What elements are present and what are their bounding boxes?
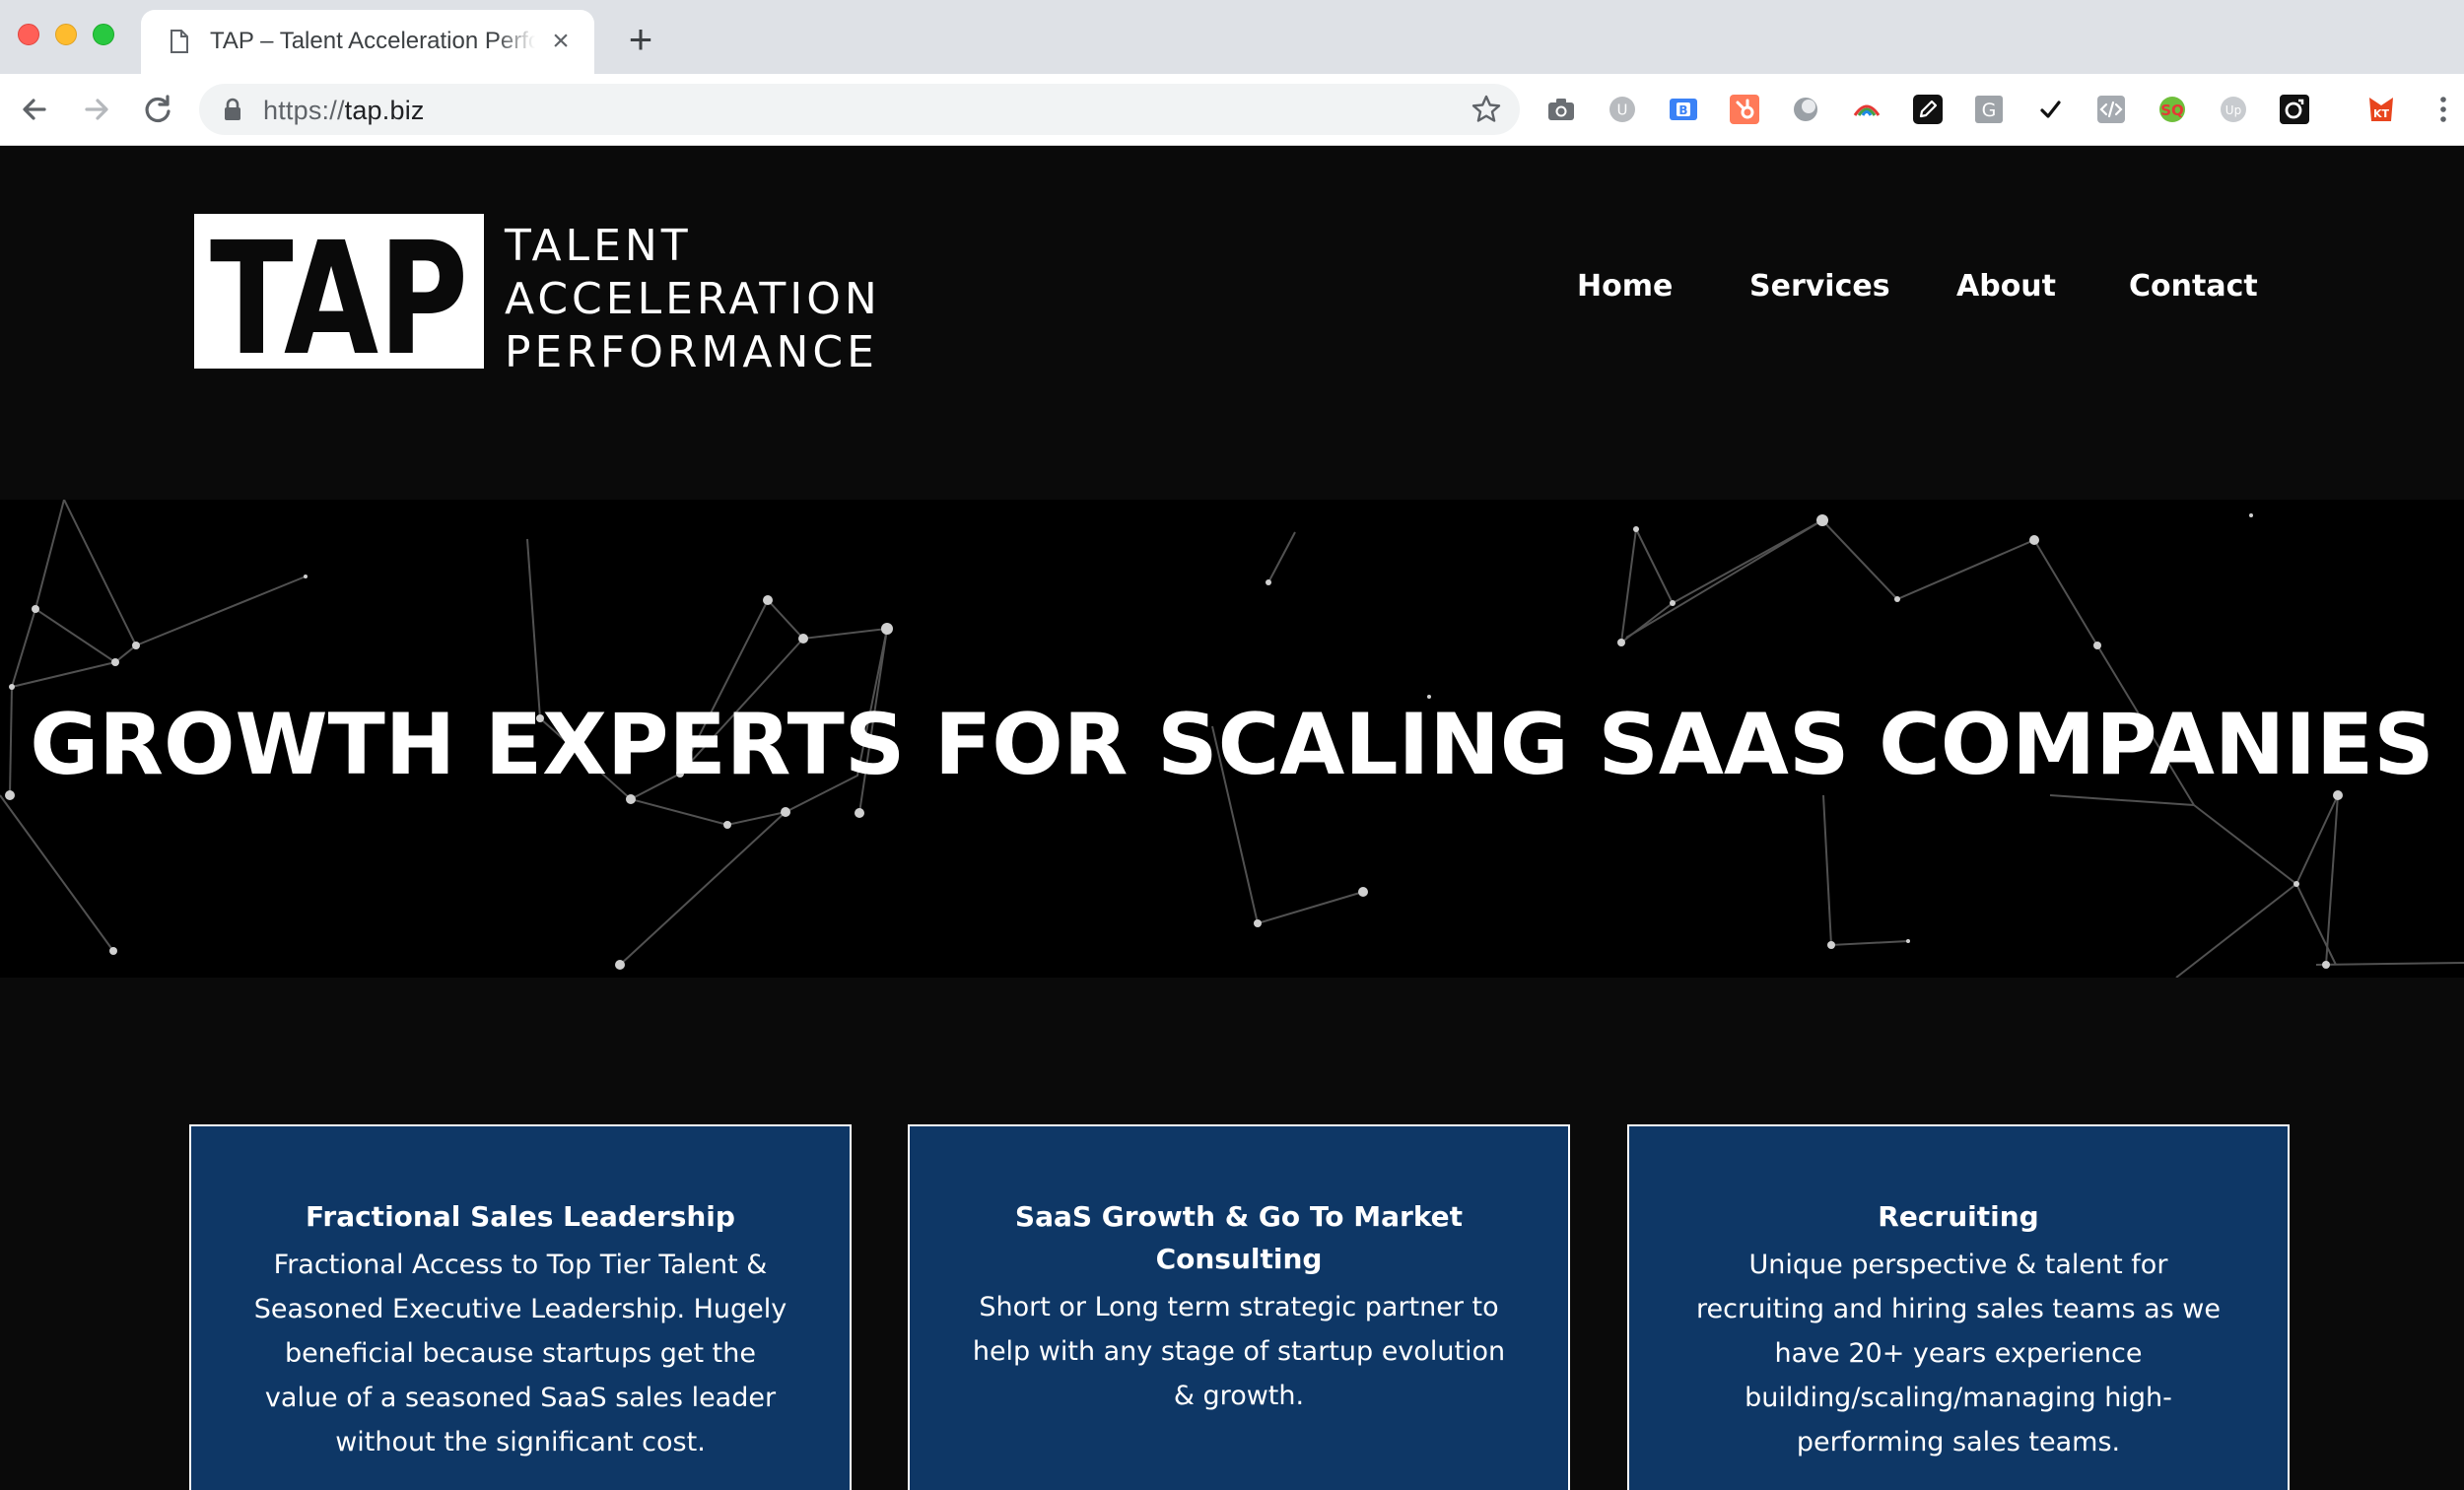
code-extension-icon[interactable] (2095, 94, 2127, 125)
url-scheme: https:// (263, 96, 345, 125)
svg-text:Up: Up (2225, 103, 2241, 117)
url-host: tap.biz (344, 96, 425, 125)
timer-extension-icon[interactable]: U (1607, 94, 1638, 125)
reload-icon[interactable] (138, 90, 177, 129)
close-window-button[interactable] (18, 24, 39, 45)
svg-text:KT: KT (2373, 107, 2390, 120)
nav-contact[interactable]: Contact (2129, 269, 2258, 304)
hubspot-extension-icon[interactable] (1729, 94, 1760, 125)
check-extension-icon[interactable] (2034, 94, 2066, 125)
new-tab-button[interactable]: + (621, 19, 660, 60)
logo-word-2: ACCELERATION (505, 274, 881, 324)
nav-services[interactable]: Services (1749, 269, 1890, 304)
logo-mark: TAP (194, 214, 484, 369)
browser-tab-strip: TAP – Talent Acceleration Performance × … (0, 0, 2464, 74)
address-bar[interactable]: https://tap.biz (199, 84, 1520, 135)
hero-banner: GROWTH EXPERTS FOR SCALING SAAS COMPANIE… (0, 500, 2464, 978)
svg-text:B: B (1678, 103, 1687, 117)
site-header: TAP TALENT ACCELERATION PERFORMANCE Home… (0, 147, 2464, 500)
kt-extension-icon[interactable]: KT (2365, 94, 2397, 125)
close-tab-icon[interactable]: × (545, 26, 577, 57)
rainbow-extension-icon[interactable] (1851, 94, 1882, 125)
camera-extension-icon[interactable] (1545, 94, 1577, 125)
svg-text:SQ: SQ (2160, 102, 2184, 119)
pen-extension-icon[interactable] (1912, 94, 1944, 125)
nav-home[interactable]: Home (1577, 269, 1673, 304)
maximize-window-button[interactable] (93, 24, 114, 45)
document-icon (171, 30, 188, 53)
browser-tab[interactable]: TAP – Talent Acceleration Performance × (141, 10, 594, 74)
upwork-extension-icon[interactable]: Up (2218, 94, 2249, 125)
services-section: Fractional Sales Leadership Fractional A… (0, 978, 2464, 1490)
nav-about[interactable]: About (1956, 269, 2056, 304)
service-card-title: Recruiting (1878, 1200, 2039, 1233)
grammar-extension-icon[interactable]: G (1973, 94, 2005, 125)
browser-toolbar: https://tap.biz U B G SQ Up KT (0, 74, 2464, 146)
logo-word-1: TALENT (505, 221, 692, 271)
svg-text:G: G (1982, 100, 1997, 121)
service-card-body: Short or Long term strategic partner to … (972, 1292, 1506, 1411)
service-card-saas-growth: SaaS Growth & Go To Market Consulting Sh… (908, 1124, 1570, 1490)
circle-extension-icon[interactable] (1790, 94, 1821, 125)
bitly-extension-icon[interactable]: B (1668, 94, 1699, 125)
seoquake-extension-icon[interactable]: SQ (2156, 94, 2188, 125)
bookmark-star-icon[interactable] (1471, 94, 1502, 125)
tracking-extension-icon[interactable] (2279, 94, 2310, 125)
service-card-title: SaaS Growth & Go To Market Consulting (1014, 1200, 1464, 1275)
tab-title: TAP – Talent Acceleration Performance (210, 28, 535, 54)
hero-title: GROWTH EXPERTS FOR SCALING SAAS COMPANIE… (30, 697, 2434, 794)
logo-mark-text: TAP (210, 214, 468, 369)
back-arrow-icon[interactable] (15, 90, 54, 129)
logo-word-3: PERFORMANCE (505, 327, 878, 377)
service-card-body: Unique perspective & talent for recruiti… (1696, 1250, 2221, 1457)
browser-menu-icon[interactable] (2434, 92, 2452, 127)
service-card-recruiting: Recruiting Unique perspective & talent f… (1627, 1124, 2290, 1490)
url-text: https://tap.biz (263, 96, 425, 126)
service-card-body: Fractional Access to Top Tier Talent & S… (253, 1250, 787, 1457)
forward-arrow-icon[interactable] (77, 90, 116, 129)
minimize-window-button[interactable] (55, 24, 77, 45)
svg-text:U: U (1617, 102, 1628, 119)
lock-icon[interactable] (223, 98, 242, 121)
logo-wordmark: TALENT ACCELERATION PERFORMANCE (505, 220, 879, 379)
service-card-title: Fractional Sales Leadership (306, 1200, 735, 1233)
tap-logo-mark-icon: TAP (210, 214, 468, 369)
service-card-fractional-sales-leadership: Fractional Sales Leadership Fractional A… (189, 1124, 852, 1490)
